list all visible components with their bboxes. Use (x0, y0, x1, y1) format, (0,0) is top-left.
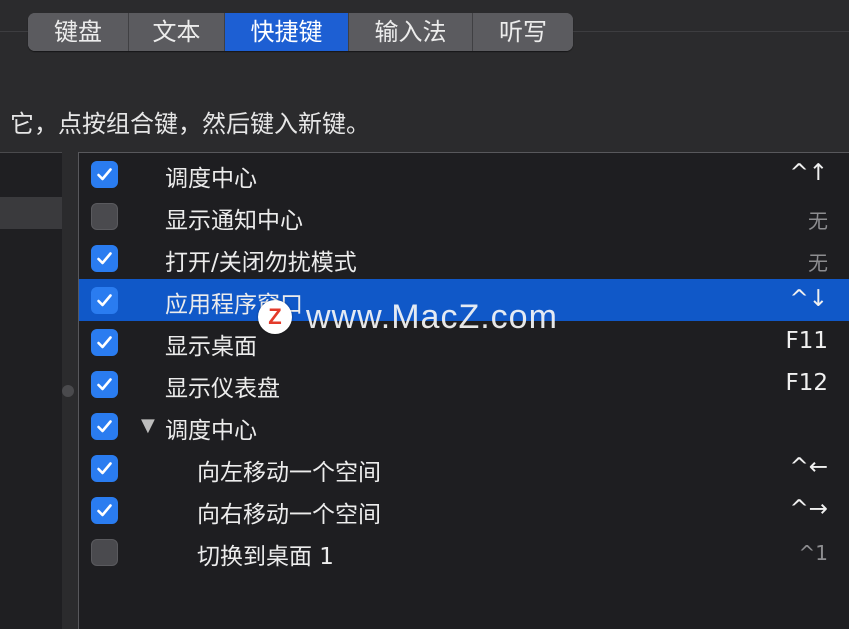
tab-dictation[interactable]: 听写 (473, 13, 573, 51)
shortcut-row-do-not-disturb[interactable]: 打开/关闭勿扰模式 无 (79, 237, 849, 279)
category-list[interactable] (0, 152, 62, 629)
shortcut-keys[interactable]: ^↓ (789, 286, 828, 312)
shortcut-row-move-right-space[interactable]: 向右移动一个空间 ^→ (79, 489, 849, 531)
logo-letter: Z (268, 304, 282, 329)
shortcut-label: 调度中心 (165, 166, 257, 192)
checkmark-icon (97, 336, 112, 349)
shortcut-keys[interactable]: ^1 (799, 541, 828, 565)
shortcut-checkbox[interactable] (91, 497, 118, 524)
shortcut-checkbox[interactable] (91, 287, 118, 314)
shortcut-keys[interactable]: F11 (786, 328, 829, 354)
checkmark-icon (97, 504, 112, 517)
shortcut-label: 显示桌面 (165, 334, 257, 360)
shortcut-label: 显示通知中心 (165, 208, 303, 234)
shortcut-keys[interactable]: 无 (808, 205, 828, 234)
shortcut-keys[interactable]: ^↑ (789, 160, 828, 186)
shortcut-label: 打开/关闭勿扰模式 (165, 250, 357, 276)
shortcut-label: 向左移动一个空间 (197, 460, 381, 486)
shortcut-list[interactable]: 调度中心 ^↑ 显示通知中心 无 打开/关闭勿扰模式 无 应用程序窗口 ^↓ 显… (78, 152, 849, 629)
tab-shortcuts[interactable]: 快捷键 (225, 13, 349, 51)
watermark-text: www.MacZ.com (306, 297, 558, 336)
shortcut-checkbox[interactable] (91, 455, 118, 482)
disclosure-triangle-icon[interactable]: ▼ (141, 415, 155, 436)
tab-input-sources[interactable]: 输入法 (349, 13, 473, 51)
shortcut-keys[interactable]: F12 (786, 370, 829, 396)
keyboard-preferences: 键盘 文本 快捷键 输入法 听写 它，点按组合键，然后键入新键。 调度中心 ^↑… (0, 0, 849, 629)
split-view-handle[interactable] (62, 385, 74, 397)
checkmark-icon (97, 378, 112, 391)
shortcut-row-mission-control[interactable]: 调度中心 ^↑ (79, 153, 849, 195)
shortcut-label: 切换到桌面 1 (197, 544, 334, 570)
instruction-text: 它，点按组合键，然后键入新键。 (10, 110, 370, 138)
shortcut-label: 调度中心 (165, 418, 257, 444)
shortcut-keys[interactable]: ^→ (789, 496, 828, 522)
checkmark-icon (97, 420, 112, 433)
shortcut-group-mission-control[interactable]: ▼ 调度中心 (79, 405, 849, 447)
shortcut-checkbox[interactable] (91, 329, 118, 356)
checkmark-icon (97, 294, 112, 307)
shortcut-checkbox[interactable] (91, 539, 118, 566)
checkmark-icon (97, 462, 112, 475)
shortcut-checkbox[interactable] (91, 371, 118, 398)
shortcut-row-switch-desktop-1[interactable]: 切换到桌面 1 ^1 (79, 531, 849, 573)
shortcut-label: 向右移动一个空间 (197, 502, 381, 528)
shortcut-checkbox[interactable] (91, 413, 118, 440)
watermark: Z www.MacZ.com (258, 293, 558, 341)
checkmark-icon (97, 252, 112, 265)
shortcut-keys[interactable]: ^← (789, 454, 828, 480)
shortcut-row-show-dashboard[interactable]: 显示仪表盘 F12 (79, 363, 849, 405)
tab-keyboard[interactable]: 键盘 (28, 13, 129, 51)
shortcut-checkbox[interactable] (91, 203, 118, 230)
checkmark-icon (97, 168, 112, 181)
tab-text[interactable]: 文本 (129, 13, 225, 51)
shortcut-row-move-left-space[interactable]: 向左移动一个空间 ^← (79, 447, 849, 489)
category-item[interactable] (0, 197, 62, 229)
shortcut-row-notification-center[interactable]: 显示通知中心 无 (79, 195, 849, 237)
macz-logo-icon: Z (258, 300, 292, 334)
shortcut-keys[interactable]: 无 (808, 247, 828, 276)
shortcut-checkbox[interactable] (91, 245, 118, 272)
shortcut-label: 显示仪表盘 (165, 376, 280, 402)
shortcut-checkbox[interactable] (91, 161, 118, 188)
tab-bar: 键盘 文本 快捷键 输入法 听写 (28, 13, 573, 51)
